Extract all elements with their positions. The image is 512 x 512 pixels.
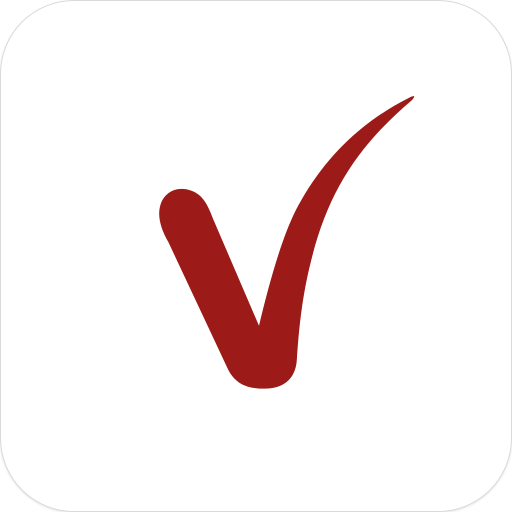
- checkmark-icon: [159, 96, 415, 389]
- app-icon-canvas: [0, 0, 512, 512]
- checkmark-stroke: [159, 96, 415, 389]
- app-icon[interactable]: [0, 0, 512, 512]
